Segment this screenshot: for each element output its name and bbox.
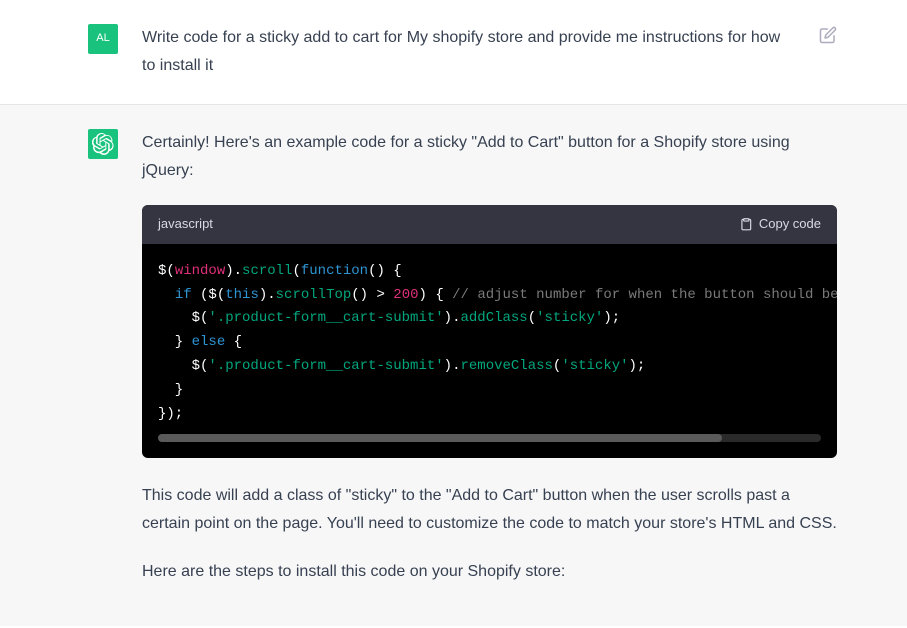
edit-icon[interactable] bbox=[819, 26, 837, 44]
user-message-content: Write code for a sticky add to cart for … bbox=[142, 24, 795, 80]
code-content: $(window).scroll(function() { if ($(this… bbox=[158, 260, 821, 427]
scrollbar-thumb[interactable] bbox=[158, 434, 722, 442]
user-message-row: AL Write code for a sticky add to cart f… bbox=[0, 0, 907, 105]
code-header: javascript Copy code bbox=[142, 205, 837, 244]
copy-code-button[interactable]: Copy code bbox=[739, 213, 821, 236]
assistant-explanation-text: This code will add a class of "sticky" t… bbox=[142, 482, 837, 538]
user-avatar: AL bbox=[88, 24, 118, 54]
horizontal-scrollbar[interactable] bbox=[158, 434, 821, 442]
assistant-avatar bbox=[88, 129, 118, 159]
user-avatar-initials: AL bbox=[96, 29, 109, 48]
code-block: javascript Copy code $(window).scroll(fu… bbox=[142, 205, 837, 458]
user-message-text: Write code for a sticky add to cart for … bbox=[142, 24, 795, 80]
assistant-intro-text: Certainly! Here's an example code for a … bbox=[142, 129, 837, 185]
assistant-message-row: Certainly! Here's an example code for a … bbox=[0, 105, 907, 626]
code-body[interactable]: $(window).scroll(function() { if ($(this… bbox=[142, 244, 837, 459]
clipboard-icon bbox=[739, 217, 753, 231]
assistant-steps-intro-text: Here are the steps to install this code … bbox=[142, 558, 837, 586]
copy-code-label: Copy code bbox=[759, 213, 821, 236]
openai-logo-icon bbox=[92, 133, 114, 155]
assistant-message-content: Certainly! Here's an example code for a … bbox=[142, 129, 837, 586]
code-language-label: javascript bbox=[158, 213, 213, 236]
